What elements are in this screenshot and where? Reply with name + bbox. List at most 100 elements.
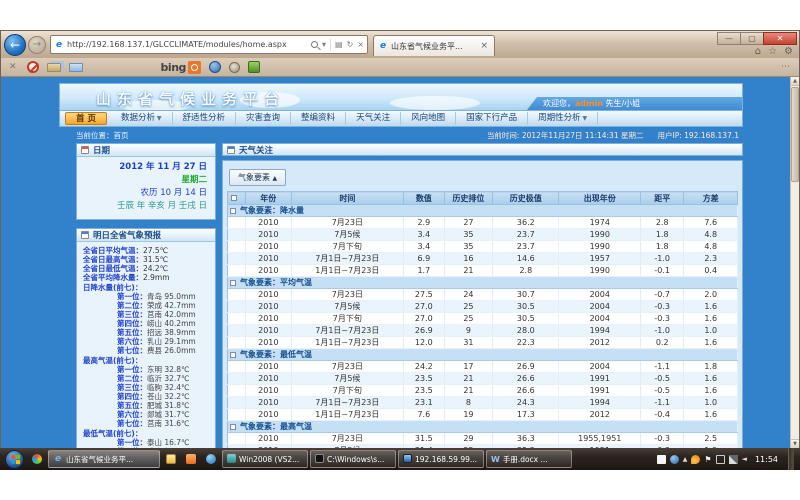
- browser-tab[interactable]: e 山东省气候业务平... ×: [373, 35, 495, 56]
- update-icon[interactable]: [670, 455, 679, 464]
- bing-logo: bing: [161, 61, 186, 74]
- table-cell: 1.7: [403, 265, 444, 277]
- favorites-star-icon[interactable]: ☆: [768, 46, 777, 57]
- refresh-icon[interactable]: ↻: [347, 40, 354, 49]
- bing-search-box[interactable]: bing: [161, 61, 201, 74]
- compatibility-icon[interactable]: ▤: [335, 40, 343, 49]
- address-bar[interactable]: e http://192.168.137.1/GLCCLIMATE/module…: [50, 35, 368, 54]
- display-icon[interactable]: [716, 455, 725, 464]
- table-cell: 25: [444, 301, 492, 313]
- nav-item-weather-focus[interactable]: 天气关注: [346, 112, 401, 125]
- nav-item-home[interactable]: 首 页: [65, 112, 107, 125]
- taskbar: e山东省气候业务平... Win2008 (VS2...C:\Windows\s…: [0, 448, 800, 470]
- word-icon: W: [491, 455, 500, 464]
- username: admin: [575, 99, 603, 108]
- table-cell: 7.6: [403, 409, 444, 421]
- media-player-icon[interactable]: [202, 451, 220, 467]
- column-header: 时间: [291, 192, 403, 205]
- show-hidden-icons[interactable]: ▲: [683, 456, 688, 463]
- more-icon[interactable]: ⋯: [781, 62, 791, 72]
- search-icon[interactable]: [311, 41, 318, 48]
- forecast-icon: [81, 231, 89, 239]
- maximize-button[interactable]: ▢: [740, 32, 764, 45]
- cards-addon-icon[interactable]: [47, 63, 61, 72]
- vertical-scrollbar[interactable]: ▲ ▼: [790, 77, 799, 448]
- scroll-up-icon[interactable]: ▲: [791, 77, 799, 86]
- tools-gear-icon[interactable]: ⚙: [784, 46, 793, 57]
- task-button-ie-climate[interactable]: e山东省气候业务平...: [48, 450, 160, 468]
- nav-item-wind-map[interactable]: 风向地图: [401, 112, 456, 125]
- column-header: 数值: [403, 192, 444, 205]
- ime-indicator-icon[interactable]: [657, 455, 666, 464]
- task-button-docx[interactable]: W手册.docx ...: [486, 450, 572, 468]
- volume-icon[interactable]: ◄: [742, 455, 747, 463]
- puzzle-addon-icon[interactable]: [248, 61, 260, 73]
- stop-icon[interactable]: ×: [357, 40, 364, 49]
- task-button-win2008[interactable]: Win2008 (VS2...: [222, 450, 308, 468]
- table-cell: 24.2: [403, 361, 444, 373]
- forecast-rank-value: 青岛 95.0mm: [147, 292, 209, 301]
- scrollbar-thumb[interactable]: [791, 87, 799, 182]
- checkbox[interactable]: [230, 208, 236, 214]
- date-panel: 日期 2012 年 11 月 27 日 星期二 农历 10 月 14 日 壬辰 …: [76, 143, 216, 220]
- nav-item-data-analysis[interactable]: 数据分析 ▼: [111, 112, 173, 125]
- action-center-flag-icon[interactable]: ⚑: [704, 455, 711, 464]
- toolbar-close-icon[interactable]: ✕: [9, 62, 17, 72]
- table-cell: 8: [444, 397, 492, 409]
- scroll-down-icon[interactable]: ▼: [791, 439, 799, 448]
- camera-addon-icon[interactable]: [209, 61, 221, 73]
- tab-close-icon[interactable]: ×: [478, 41, 490, 51]
- table-cell: -0.4: [641, 409, 684, 421]
- close-button[interactable]: ✕: [763, 32, 797, 45]
- forward-button[interactable]: →: [28, 36, 46, 54]
- forecast-summary-item: 全省平均降水量：2.9mm: [83, 273, 209, 282]
- minimize-button[interactable]: —: [717, 32, 741, 45]
- chevron-down-icon[interactable]: ▾: [322, 40, 326, 49]
- forecast-rank-value: 乳山 29.1mm: [147, 337, 209, 346]
- nav-item-compiled-data[interactable]: 整编资料: [291, 112, 346, 125]
- divider: [330, 39, 331, 51]
- blocked-icon[interactable]: [27, 61, 39, 73]
- nav-item-national-products[interactable]: 国家下行产品: [456, 112, 528, 125]
- nav-item-comfort-analysis[interactable]: 舒适性分析: [173, 112, 237, 125]
- checkbox[interactable]: [230, 424, 236, 430]
- taskbar-clock[interactable]: 11:54: [751, 455, 784, 464]
- flame-icon[interactable]: [691, 455, 700, 464]
- nav-item-disaster-query[interactable]: 灾害查询: [236, 112, 291, 125]
- checkbox[interactable]: [230, 352, 236, 358]
- back-button[interactable]: ←: [4, 34, 26, 56]
- table-row: 20107月下旬23.52126.61991-0.51.6: [228, 385, 738, 397]
- checkbox[interactable]: [230, 280, 236, 286]
- show-desktop-button[interactable]: [788, 448, 794, 470]
- home-icon[interactable]: ⌂: [755, 46, 761, 57]
- app-orange-icon[interactable]: [182, 451, 200, 467]
- bing-search-icon[interactable]: [188, 61, 201, 74]
- table-cell: 1.8: [641, 229, 684, 241]
- table-cell: 2010: [245, 229, 291, 241]
- tab-title[interactable]: 山东省气候业务平...: [391, 41, 478, 52]
- element-selector-button[interactable]: 气象要素 ▲: [229, 169, 286, 186]
- weekday: 星期二: [85, 174, 207, 187]
- forecast-rank-label: 第五位：: [117, 328, 147, 337]
- network-icon[interactable]: [729, 455, 738, 464]
- url-text[interactable]: http://192.168.137.1/GLCCLIMATE/modules/…: [67, 40, 311, 49]
- forecast-summary-label: 全省日最低气温：: [83, 264, 143, 273]
- column-header: 历史排位: [444, 192, 492, 205]
- task-button-rdp[interactable]: 192.168.59.99...: [398, 450, 484, 468]
- row-checkbox-cell: [228, 325, 246, 337]
- paw-addon-icon[interactable]: [229, 62, 240, 73]
- table-cell: 2.8: [493, 265, 559, 277]
- forecast-rank-item: 第三位：临朐 32.4℃: [83, 383, 209, 392]
- start-button[interactable]: [5, 450, 24, 469]
- launcher-icon[interactable]: [28, 451, 46, 467]
- system-tray: ▲ ⚑ ◄ 11:54: [657, 448, 798, 470]
- mail-addon-icon[interactable]: [69, 63, 83, 72]
- table-cell: 26.9: [493, 361, 559, 373]
- task-button-cmd[interactable]: C:\Windows\s...: [310, 450, 396, 468]
- explorer-icon[interactable]: [162, 451, 180, 467]
- column-header: 年份: [245, 192, 291, 205]
- browser-toolbar: ✕ bing ⋯: [1, 58, 799, 77]
- checkbox[interactable]: [231, 195, 237, 201]
- nav-item-periodic-analysis[interactable]: 周期性分析 ▼: [528, 112, 598, 125]
- forecast-rank-label: 第七位：: [117, 346, 147, 355]
